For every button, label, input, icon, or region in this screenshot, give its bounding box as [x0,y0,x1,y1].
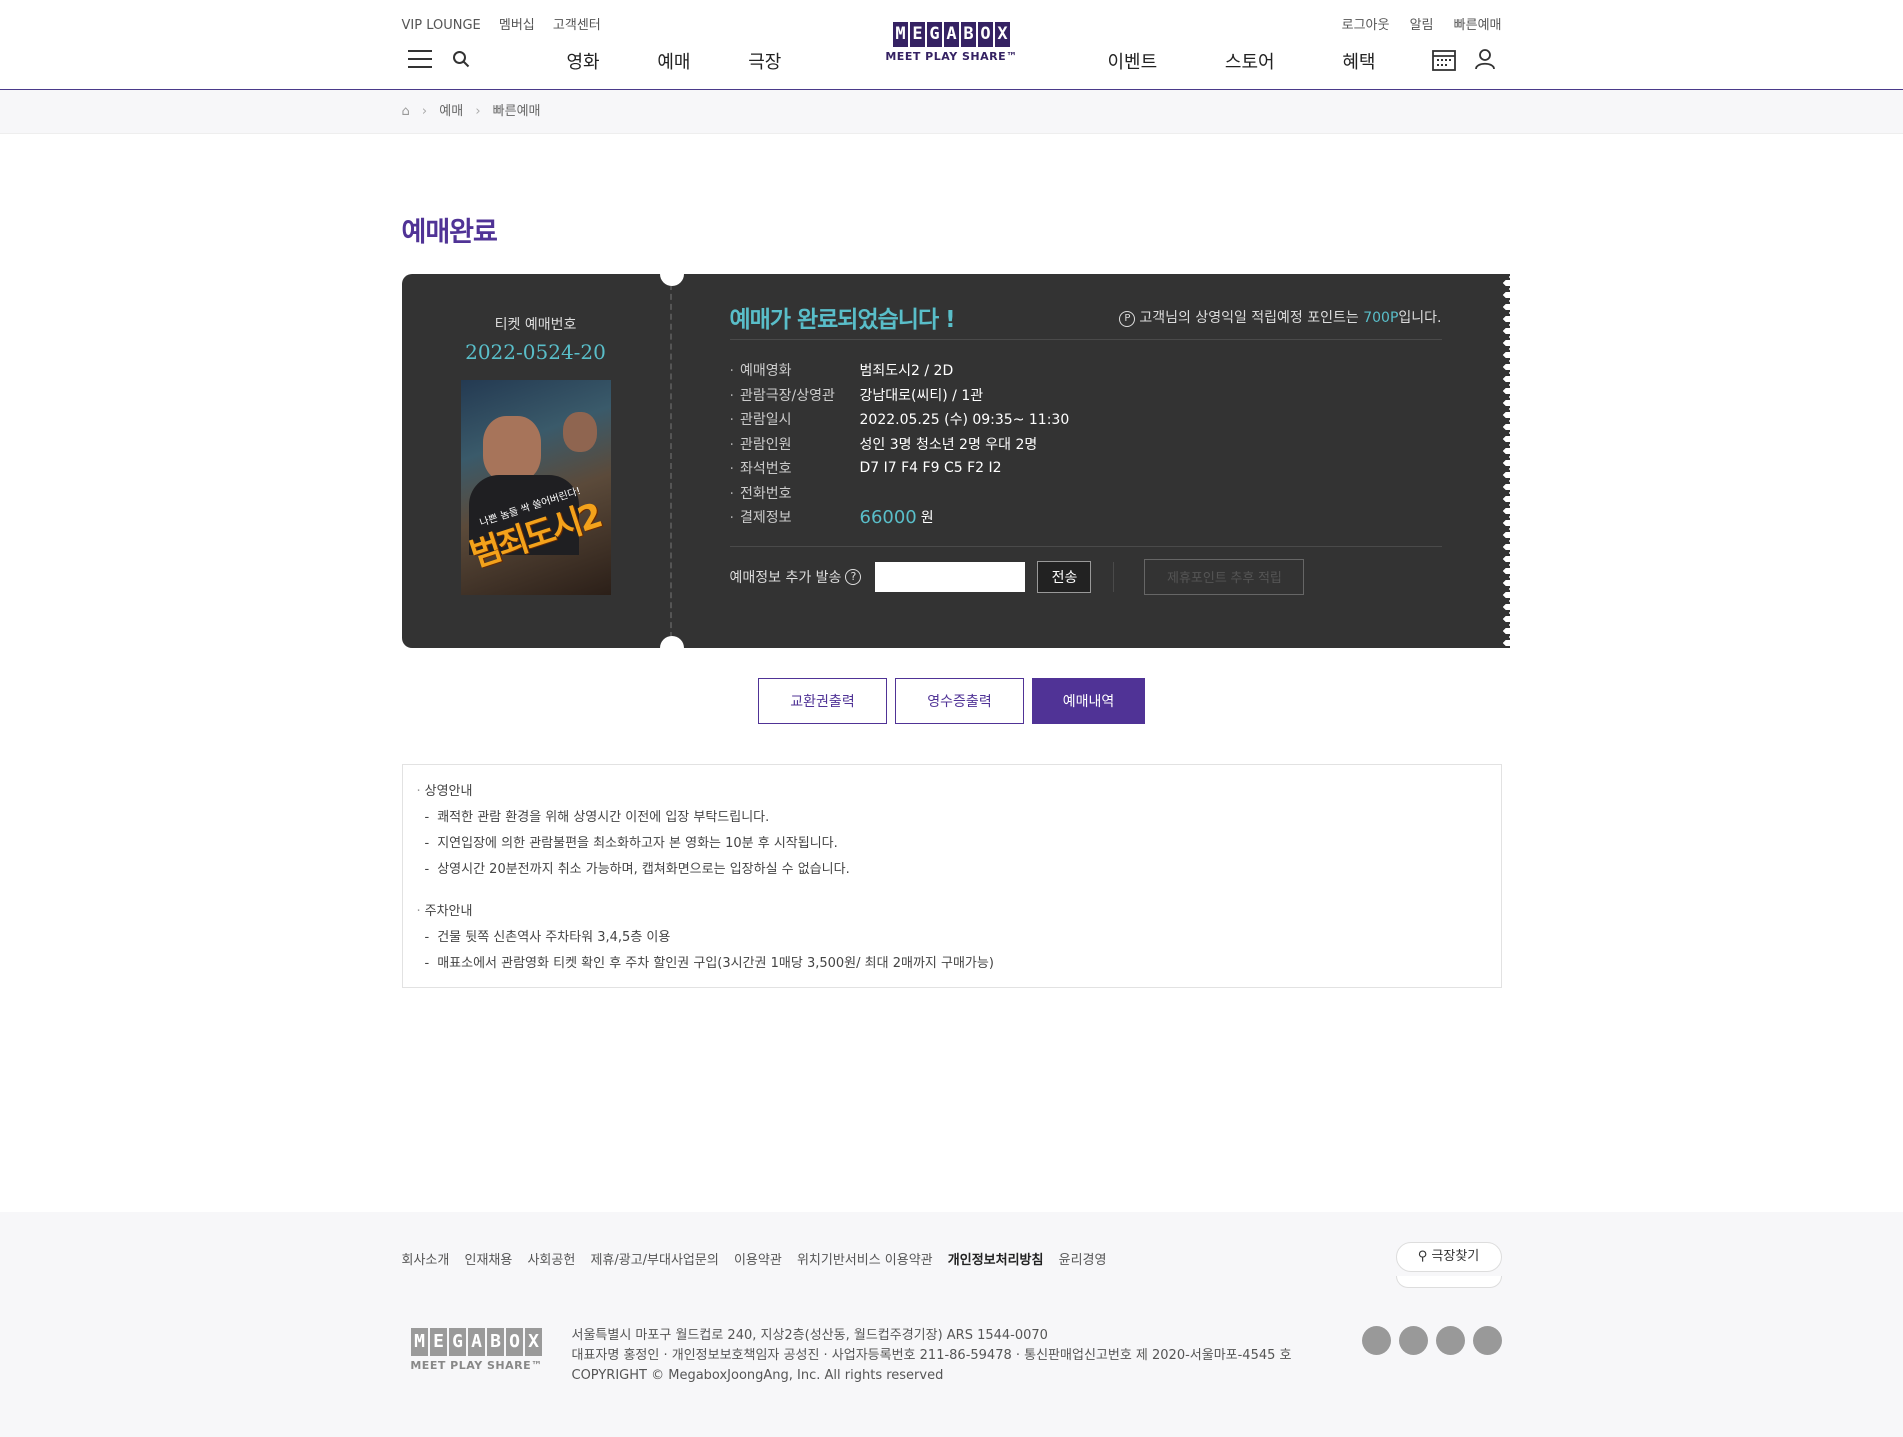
schedule-icon[interactable] [1431,49,1456,71]
footer-link[interactable]: 인재채용 [464,1253,512,1268]
nav-movie[interactable]: 영화 [567,48,600,74]
breadcrumb-booking[interactable]: 예매 [439,104,463,119]
movie-poster: 나쁜 놈들 싹 쓸어버린다! 범죄도시2 [460,380,611,595]
help-icon[interactable]: ? [845,568,862,585]
point-icon: P [1119,310,1136,327]
resend-row: 예매정보 추가 발송 ? 전송 제휴포인트 추후 적립 [729,545,1442,595]
user-icon[interactable] [1474,48,1496,70]
nav-store[interactable]: 스토어 [1225,48,1275,74]
booking-info-list: 예매영화범죄도시2 / 2D 관람극장/상영관강남대로(씨티) / 1관 관람일… [730,358,1442,530]
sns-links [1361,1326,1502,1355]
list-item: 쾌적한 관람 환경을 위해 상영시간 이전에 입장 부탁드립니다. [417,805,1487,831]
info-phone: 전화번호 [730,481,1442,506]
menu-icon[interactable] [407,50,432,74]
page-title: 예매완료 [401,217,498,248]
ticket-stub: 티켓 예매번호 2022-0524-20 나쁜 놈들 싹 쓸어버린다! 범죄도시… [402,262,684,660]
breadcrumb: ⌂ › 예매 › 빠른예매 [401,104,541,119]
resend-label: 예매정보 추가 발송 [729,569,842,586]
notice-box: 상영안내 쾌적한 관람 환경을 위해 상영시간 이전에 입장 부탁드립니다. 지… [401,764,1502,988]
instagram-icon[interactable] [1398,1326,1428,1355]
find-theater-dropdown[interactable] [1395,1276,1502,1288]
site-header: VIP LOUNGE 멤버십 고객센터 로그아웃 알림 빠른예매 영화 예매 극… [0,0,1903,90]
info-datetime: 관람일시2022.05.25 (수) 09:35~ 11:30 [730,407,1442,432]
logout-link[interactable]: 로그아웃 [1342,18,1390,33]
footer-logo: MEGABOX MEET PLAY SHARE™ [402,1328,552,1372]
footer-link[interactable]: 이용약관 [734,1253,782,1268]
payment-amount: 66000 [859,506,917,528]
send-button[interactable]: 전송 [1037,560,1092,593]
nav-event[interactable]: 이벤트 [1108,48,1158,74]
footer-link[interactable]: 윤리경영 [1059,1253,1107,1268]
company-info: 서울특별시 마포구 월드컵로 240, 지상2층(성산동, 월드컵주경기장) A… [571,1328,1292,1383]
search-icon: ⚲ [1417,1249,1428,1264]
info-payment: 결제정보66000원 [730,505,1442,530]
site-footer: 회사소개 인재채용 사회공헌 제휴/광고/부대사업문의 이용약관 위치기반서비스… [0,1212,1903,1437]
youtube-icon[interactable] [1361,1326,1391,1355]
search-icon[interactable] [452,50,470,68]
nav-booking[interactable]: 예매 [657,48,690,74]
booking-history-button[interactable]: 예매내역 [1032,678,1145,724]
info-seats: 좌석번호D7 I7 F4 F9 C5 F2 I2 [730,456,1442,481]
notification-link[interactable]: 알림 [1410,18,1434,33]
find-theater-button[interactable]: ⚲ 극장찾기 [1395,1242,1502,1272]
ticket-number-label: 티켓 예매번호 [494,317,577,333]
top-utility-right: 로그아웃 알림 빠른예매 [1326,14,1502,33]
ticket-number: 2022-0524-20 [465,340,606,364]
partner-points-button[interactable]: 제휴포인트 추후 적립 [1144,558,1305,595]
footer-nav: 회사소개 인재채용 사회공헌 제휴/광고/부대사업문의 이용약관 위치기반서비스… [402,1249,1502,1268]
points-notice: P 고객님의 상영익일 적립예정 포인트는 700P입니다. [1119,307,1442,327]
action-buttons: 교환권출력 영수증출력 예매내역 [402,678,1502,724]
parking-guide-title: 주차안내 [417,899,1487,925]
phone-input[interactable] [875,561,1026,592]
footer-link[interactable]: 위치기반서비스 이용약관 [797,1253,933,1268]
info-audience: 관람인원성인 3명 청소년 2명 우대 2명 [730,432,1442,457]
list-item: 상영시간 20분전까지 취소 가능하며, 캡쳐화면으로는 입장하실 수 없습니다… [417,857,1487,883]
home-icon[interactable]: ⌂ [402,104,410,119]
info-theater: 관람극장/상영관강남대로(씨티) / 1관 [730,383,1442,408]
footer-link-privacy[interactable]: 개인정보처리방침 [948,1253,1044,1268]
facebook-icon[interactable] [1435,1326,1465,1355]
ticket-details: 예매가 완료되었습니다 ! P 고객님의 상영익일 적립예정 포인트는 700P입… [672,274,1510,648]
twitter-icon[interactable] [1472,1326,1502,1355]
nav-benefit[interactable]: 혜택 [1342,48,1375,74]
print-receipt-button[interactable]: 영수증출력 [895,678,1024,724]
membership-link[interactable]: 멤버십 [499,18,535,33]
list-item: 매표소에서 관람영화 티켓 확인 후 주차 할인권 구입(3시간권 1매당 3,… [417,951,1487,977]
breadcrumb-bar: ⌂ › 예매 › 빠른예매 [0,90,1903,134]
list-item: 건물 뒷쪽 신촌역사 주차타워 3,4,5층 이용 [417,925,1487,951]
quick-booking-link[interactable]: 빠른예매 [1454,18,1502,33]
booking-complete-message: 예매가 완료되었습니다 ! [729,306,956,333]
nav-theater[interactable]: 극장 [748,48,781,74]
ticket-card: 티켓 예매번호 2022-0524-20 나쁜 놈들 싹 쓸어버린다! 범죄도시… [401,262,1510,660]
print-exchange-ticket-button[interactable]: 교환권출력 [758,678,887,724]
vip-lounge-link[interactable]: VIP LOUNGE [402,18,481,33]
breadcrumb-quick-booking[interactable]: 빠른예매 [493,104,541,119]
info-movie: 예매영화범죄도시2 / 2D [730,358,1442,383]
list-item: 지연입장에 의한 관람불편을 최소화하고자 본 영화는 10분 후 시작됩니다. [417,831,1487,857]
top-utility-left: VIP LOUNGE 멤버십 고객센터 [402,14,615,33]
footer-link[interactable]: 사회공헌 [527,1253,575,1268]
megabox-logo[interactable]: MEGABOX MEET PLAY SHARE™ [882,22,1022,63]
main-nav-right: 이벤트 스토어 혜택 [1108,48,1438,74]
footer-link[interactable]: 회사소개 [402,1253,450,1268]
footer-link[interactable]: 제휴/광고/부대사업문의 [590,1253,718,1268]
customer-center-link[interactable]: 고객센터 [553,18,601,33]
screening-guide-title: 상영안내 [417,779,1487,805]
main-nav-left: 영화 예매 극장 [567,48,834,74]
